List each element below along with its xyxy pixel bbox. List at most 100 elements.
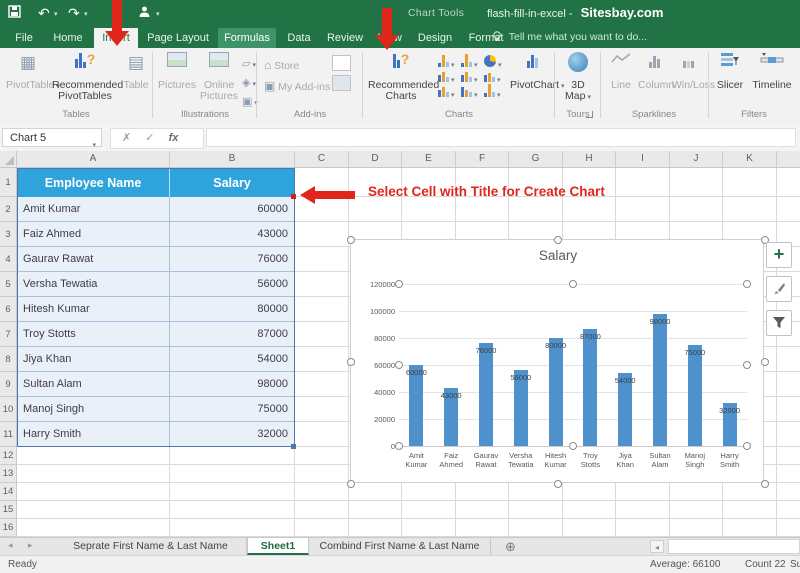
row-header-9[interactable]: 9: [0, 372, 16, 397]
addin-thumb2-icon[interactable]: [332, 75, 351, 91]
column-header-F[interactable]: F: [456, 151, 509, 167]
column-header-B[interactable]: B: [170, 151, 295, 167]
row-header-13[interactable]: 13: [0, 465, 16, 483]
tab-review[interactable]: Review: [322, 28, 368, 48]
chart-selection-handle[interactable]: [347, 358, 355, 366]
formula-input[interactable]: [206, 128, 796, 147]
row-header-14[interactable]: 14: [0, 483, 16, 501]
tab-data[interactable]: Data: [280, 28, 318, 48]
chart-styles-button[interactable]: [766, 276, 792, 302]
sparkline-line-button[interactable]: Line: [606, 52, 636, 91]
pivotchart-button[interactable]: PivotChart▾: [510, 52, 554, 92]
cancel-icon[interactable]: ✗: [122, 132, 131, 144]
column-header-H[interactable]: H: [563, 151, 616, 167]
row-header-7[interactable]: 7: [0, 322, 16, 347]
column-header-I[interactable]: I: [616, 151, 670, 167]
prev-sheet-icon[interactable]: ◂: [8, 540, 13, 551]
new-sheet-icon[interactable]: ⊕: [505, 539, 516, 555]
recommended-pivottables-button[interactable]: ? Recommended PivotTables: [52, 52, 118, 102]
sheet-tab-combind-first-name-last-name[interactable]: Combind First Name & Last Name: [309, 538, 491, 555]
table-row-2-name[interactable]: Gaurav Rawat: [17, 247, 170, 272]
addin-thumb-icon[interactable]: [332, 55, 351, 71]
table-header-salary[interactable]: Salary: [170, 168, 295, 197]
chart-type-bar-icon[interactable]: ▾: [461, 55, 484, 70]
chart-elements-button[interactable]: +: [766, 242, 792, 268]
table-row-3-salary[interactable]: 56000: [170, 272, 295, 297]
chart-bar-2[interactable]: [479, 343, 493, 446]
undo-button[interactable]: ↶: [38, 4, 50, 22]
chart-bar-4[interactable]: [549, 338, 563, 446]
table-row-7-salary[interactable]: 98000: [170, 372, 295, 397]
plot-selection-handle[interactable]: [395, 280, 403, 288]
chart-filters-button[interactable]: [766, 310, 792, 336]
table-row-8-name[interactable]: Manoj Singh: [17, 397, 170, 422]
chart-selection-handle[interactable]: [347, 236, 355, 244]
tab-home[interactable]: Home: [46, 28, 90, 48]
table-row-8-salary[interactable]: 75000: [170, 397, 295, 422]
tab-design[interactable]: Design: [412, 28, 458, 48]
undo-caret-icon[interactable]: ▾: [54, 10, 58, 18]
chart-selection-handle[interactable]: [347, 480, 355, 488]
tell-me-box[interactable]: Tell me what you want to do...: [492, 31, 647, 43]
table-row-0-name[interactable]: Amit Kumar: [17, 197, 170, 222]
tab-file[interactable]: File: [6, 28, 42, 48]
chart-bar-8[interactable]: [688, 345, 702, 446]
recommended-charts-button[interactable]: ? Recommended Charts: [368, 52, 434, 102]
table-row-6-name[interactable]: Jiya Khan: [17, 347, 170, 372]
pivottable-button[interactable]: ▦ PivotTable▾: [6, 52, 50, 92]
column-header-K[interactable]: K: [723, 151, 777, 167]
timeline-button[interactable]: Timeline: [750, 52, 794, 91]
chart-type-column-icon[interactable]: ▾: [438, 55, 461, 70]
3d-map-button[interactable]: 3D Map▾: [558, 52, 598, 103]
table-row-1-name[interactable]: Faiz Ahmed: [17, 222, 170, 247]
column-header-D[interactable]: D: [349, 151, 402, 167]
plot-selection-handle[interactable]: [395, 361, 403, 369]
row-header-11[interactable]: 11: [0, 422, 16, 447]
table-row-4-salary[interactable]: 80000: [170, 297, 295, 322]
chart-bar-0[interactable]: [409, 365, 423, 446]
my-addins-button[interactable]: ▣ My Add-ins▾: [264, 75, 336, 92]
tab-format[interactable]: Format: [462, 28, 510, 48]
table-row-2-salary[interactable]: 76000: [170, 247, 295, 272]
row-header-8[interactable]: 8: [0, 347, 16, 372]
table-row-9-name[interactable]: Harry Smith: [17, 422, 170, 447]
plot-selection-handle[interactable]: [569, 442, 577, 450]
redo-caret-icon[interactable]: ▾: [84, 10, 88, 18]
plot-selection-handle[interactable]: [395, 442, 403, 450]
chart-type-map-icon[interactable]: ▾: [484, 85, 507, 100]
column-header-E[interactable]: E: [402, 151, 456, 167]
chart-bar-7[interactable]: [653, 314, 667, 446]
table-header-name[interactable]: Employee Name: [17, 168, 170, 197]
row-header-1[interactable]: 1: [0, 168, 16, 197]
table-row-1-salary[interactable]: 43000: [170, 222, 295, 247]
store-button[interactable]: ⌂ Store: [264, 54, 299, 71]
tab-page-layout[interactable]: Page Layout: [142, 28, 214, 48]
sparkline-column-button[interactable]: Column: [638, 52, 670, 91]
row-header-15[interactable]: 15: [0, 501, 16, 519]
row-header-4[interactable]: 4: [0, 247, 16, 272]
range-handle-red[interactable]: [291, 194, 296, 199]
select-all-corner[interactable]: [0, 151, 17, 168]
chart-selection-handle[interactable]: [761, 480, 769, 488]
table-row-5-salary[interactable]: 87000: [170, 322, 295, 347]
plot-selection-handle[interactable]: [743, 280, 751, 288]
online-pictures-button[interactable]: Online Pictures: [198, 52, 240, 102]
table-row-9-salary[interactable]: 32000: [170, 422, 295, 447]
name-box[interactable]: Chart 5▾: [2, 128, 102, 147]
qat-caret-icon[interactable]: ▾: [156, 10, 160, 18]
range-handle-blue[interactable]: [291, 444, 296, 449]
table-row-7-name[interactable]: Sultan Alam: [17, 372, 170, 397]
save-icon[interactable]: [8, 4, 21, 22]
row-header-10[interactable]: 10: [0, 397, 16, 422]
chart-selection-handle[interactable]: [554, 236, 562, 244]
salary-chart[interactable]: Salary 020000400006000080000100000120000…: [350, 239, 764, 483]
sheet-tab-seprate-first-name-last-name[interactable]: Seprate First Name & Last Name: [55, 538, 247, 555]
column-header-C[interactable]: C: [295, 151, 349, 167]
row-header-12[interactable]: 12: [0, 447, 16, 465]
sheet-tab-sheet1[interactable]: Sheet1: [247, 538, 309, 555]
smartart-icon[interactable]: ◈▾: [242, 72, 256, 89]
shapes-icon[interactable]: ▱▾: [242, 53, 256, 70]
column-header-G[interactable]: G: [509, 151, 563, 167]
row-header-6[interactable]: 6: [0, 297, 16, 322]
insert-function-icon[interactable]: fx: [169, 132, 179, 144]
